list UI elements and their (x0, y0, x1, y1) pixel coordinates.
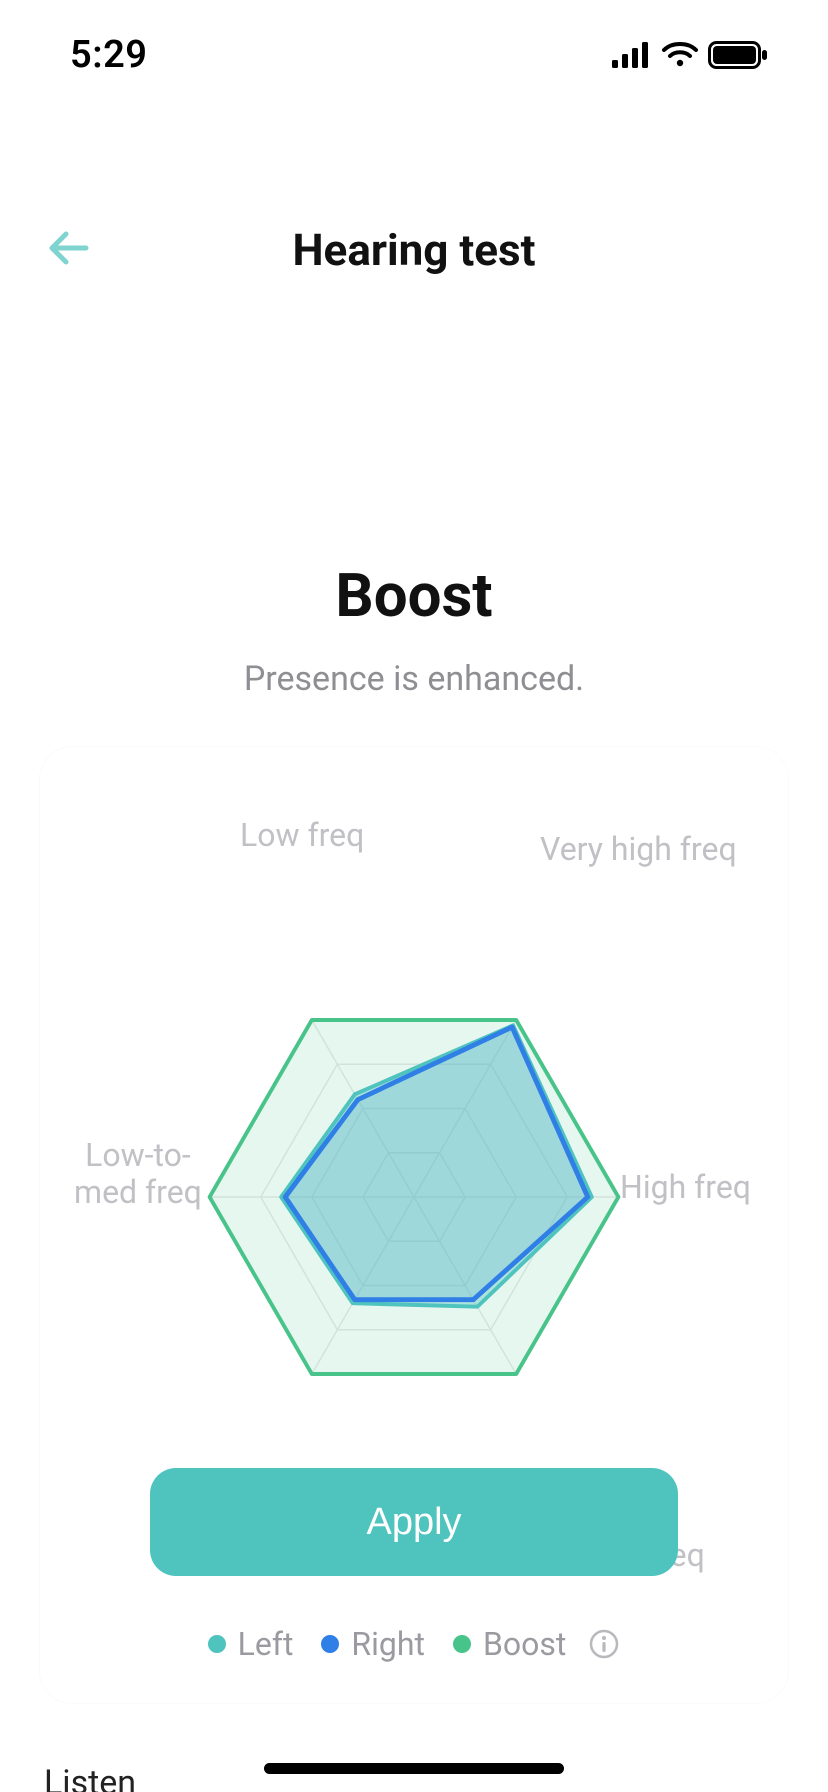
axis-label-low-to-med: Low-to- med freq (74, 1137, 202, 1211)
legend-dot-right (321, 1635, 339, 1653)
legend-item-right: Right (321, 1625, 425, 1663)
legend-label-left: Left (238, 1625, 294, 1663)
apply-button[interactable]: Apply (150, 1468, 678, 1576)
legend-dot-left (208, 1635, 226, 1653)
axis-label-high: High freq (620, 1169, 751, 1206)
section-title: Boost (0, 560, 828, 631)
page-title: Hearing test (292, 224, 535, 276)
arrow-left-icon (46, 224, 94, 272)
legend-label-boost: Boost (483, 1625, 566, 1663)
back-button[interactable] (46, 224, 94, 276)
nav-header: Hearing test (0, 210, 828, 290)
status-icons (612, 41, 768, 69)
wifi-icon (662, 42, 698, 68)
battery-icon (708, 41, 768, 69)
home-indicator[interactable] (264, 1763, 564, 1774)
chart-legend: Left Right Boost (50, 1625, 778, 1663)
info-button[interactable] (588, 1628, 620, 1660)
info-icon (588, 1628, 620, 1660)
legend-item-boost: Boost (453, 1625, 620, 1663)
axis-label-low: Low freq (240, 817, 364, 854)
section-subtitle: Presence is enhanced. (0, 659, 828, 699)
legend-dot-boost (453, 1635, 471, 1653)
cellular-signal-icon (612, 42, 652, 68)
status-bar: 5:29 (0, 0, 828, 110)
axis-label-very-high: Very high freq (540, 831, 737, 868)
legend-label-right: Right (351, 1625, 425, 1663)
status-time: 5:29 (70, 33, 147, 77)
legend-item-left: Left (208, 1625, 294, 1663)
